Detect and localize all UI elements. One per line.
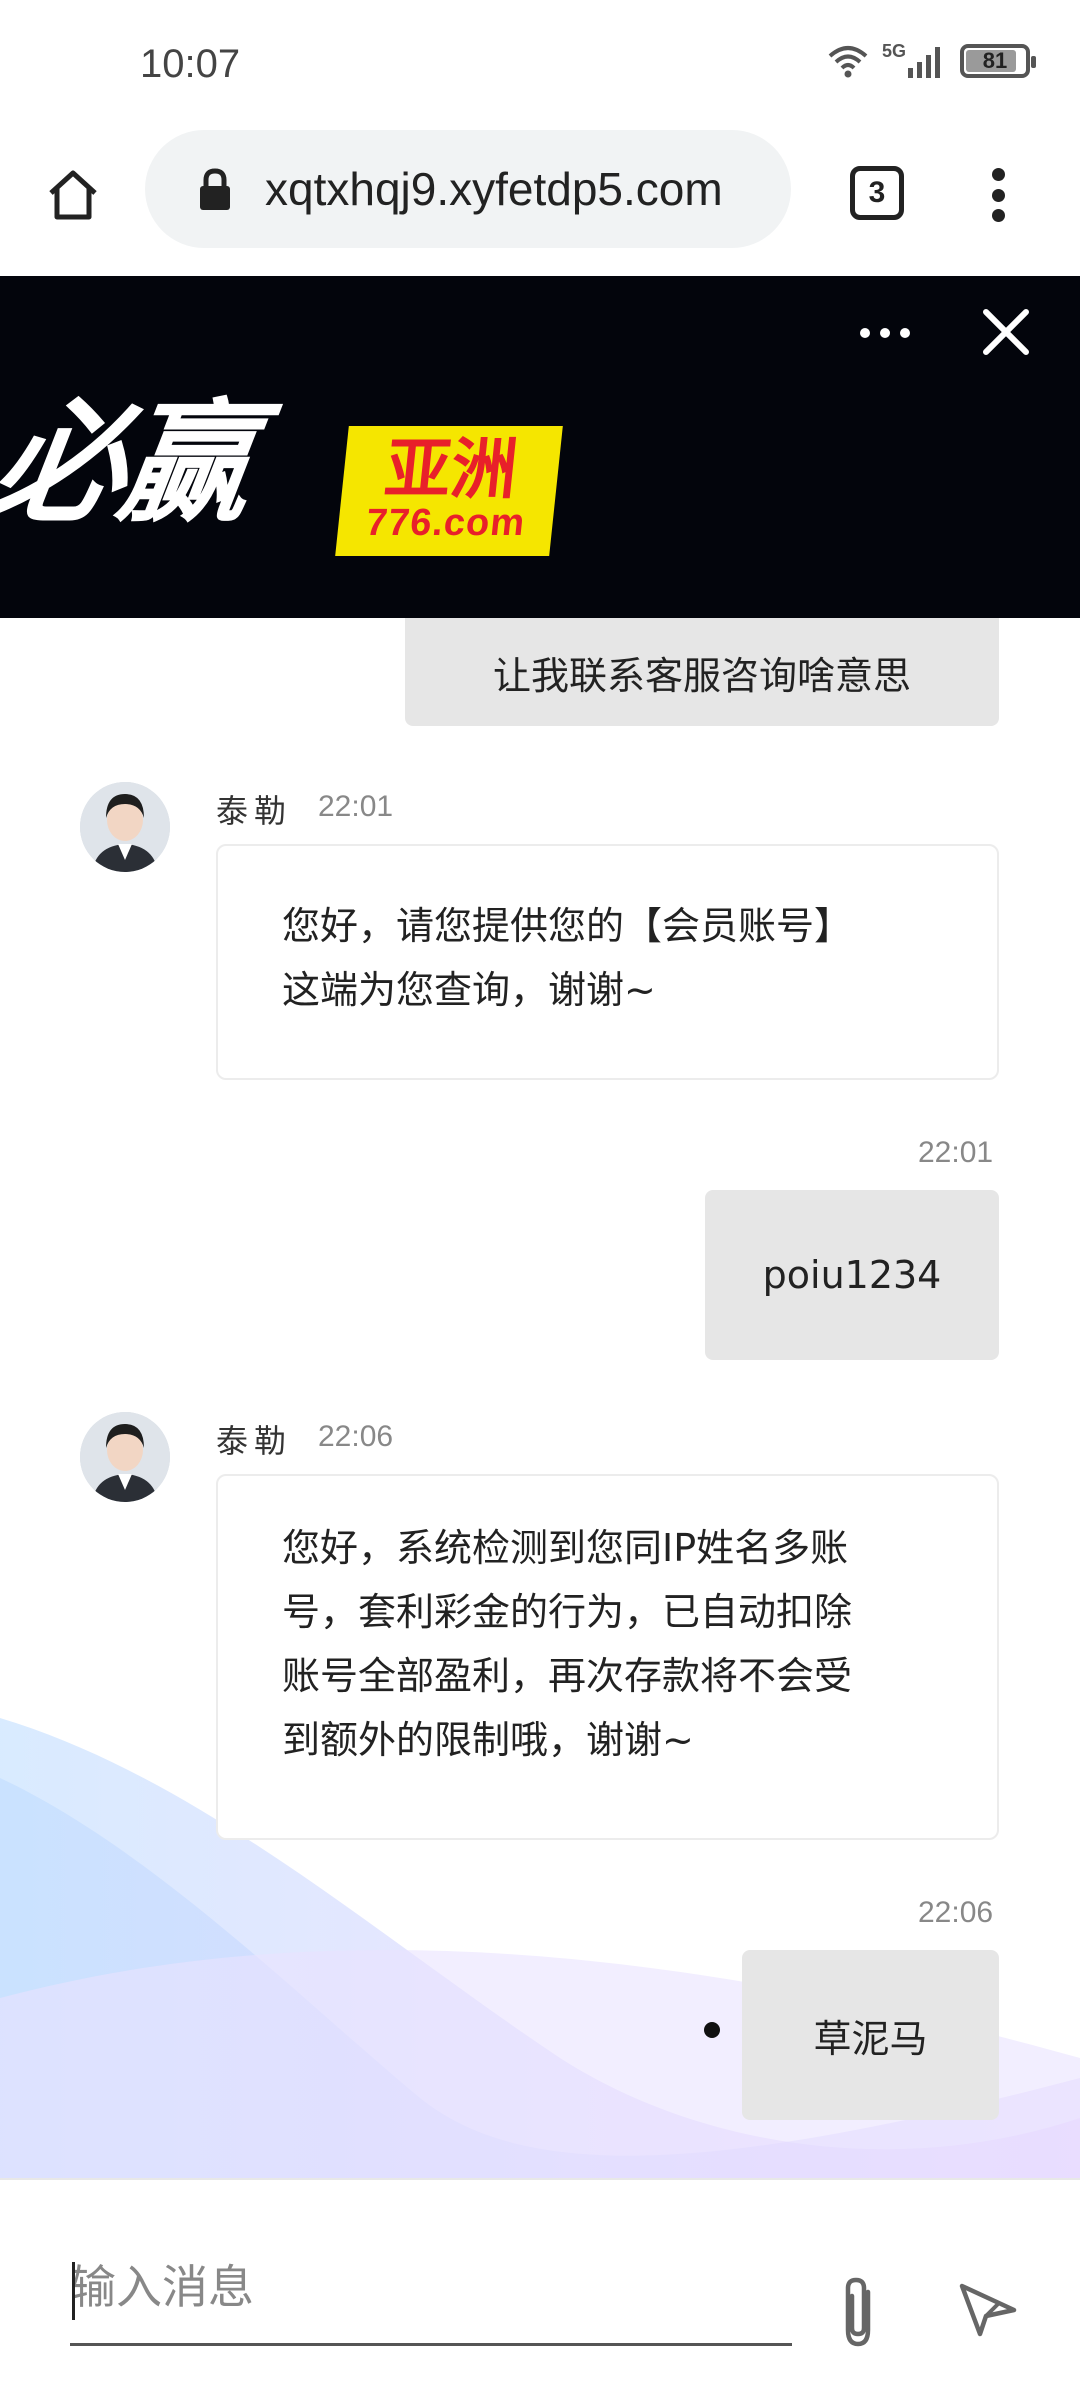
agent-message-bubble: 您好，请您提供您的【会员账号】 这端为您查询，谢谢~: [216, 844, 999, 1080]
message-line: 到额外的限制哦，谢谢~: [282, 1718, 694, 1762]
user-message-bubble: 让我联系客服咨询啥意思: [405, 618, 999, 726]
text-caret: [72, 2262, 75, 2320]
message-time: 22:01: [318, 790, 394, 823]
brand-logo-badge: 亚洲 776.com: [335, 426, 563, 556]
status-time: 10:07: [140, 42, 241, 86]
url-text: xqtxhqj9.xyfetdp5.com: [265, 163, 723, 215]
message-text: 让我联系客服咨询啥意思: [492, 653, 911, 698]
home-icon: [49, 170, 97, 220]
message-line: 您好，请您提供您的【会员账号】: [282, 904, 853, 948]
network-type-label: 5G: [881, 40, 906, 61]
battery-icon: 81: [960, 44, 1036, 78]
user-message-bubble: 草泥马: [742, 1950, 999, 2120]
message-line: 账号全部盈利，再次存款将不会受: [282, 1654, 853, 1698]
message-text: 草泥马: [813, 2016, 928, 2061]
status-icons: 5G 81: [828, 40, 1036, 78]
message-time: 22:06: [918, 1896, 994, 1929]
message-line: 您好，系统检测到您同IP姓名多账: [282, 1526, 849, 1570]
signal-icon: [908, 47, 940, 78]
message-input[interactable]: [70, 2230, 792, 2346]
battery-percent: 81: [982, 48, 1008, 73]
message-time: 22:01: [918, 1136, 994, 1169]
brand-logo-text: 必赢: [0, 387, 257, 541]
lock-icon: [197, 167, 233, 211]
agent-message-bubble: 您好，系统检测到您同IP姓名多账 号，套利彩金的行为，已自动扣除 账号全部盈利，…: [216, 1474, 999, 1840]
message-time: 22:06: [318, 1420, 394, 1453]
send-icon[interactable]: [958, 2278, 1018, 2338]
message-text: poiu1234: [762, 1253, 942, 1297]
tab-switcher-button[interactable]: 3: [850, 166, 904, 220]
agent-name: 泰勒: [216, 792, 293, 830]
message-input-bar: [0, 2178, 1080, 2400]
close-icon[interactable]: [980, 306, 1032, 358]
status-bar: 10:07 5G 81: [0, 0, 1080, 130]
agent-name: 泰勒: [216, 1422, 293, 1460]
user-message-bubble: poiu1234: [705, 1190, 999, 1360]
ad-banner[interactable]: 必赢 亚洲 776.com: [0, 276, 1080, 618]
message-status-dot: [704, 2022, 720, 2038]
brand-logo-domain: 776.com: [363, 502, 528, 545]
message-line: 号，套利彩金的行为，已自动扣除: [282, 1590, 853, 1634]
address-bar[interactable]: xqtxhqj9.xyfetdp5.com: [145, 130, 791, 248]
wifi-icon: [828, 46, 868, 78]
agent-avatar: [80, 782, 170, 872]
chat-area[interactable]: 让我联系客服咨询啥意思 泰勒 22:01 您好，请您提供您的【会员账号】 这端为…: [0, 618, 1080, 2178]
message-line: 这端为您查询，谢谢~: [282, 968, 656, 1012]
agent-avatar: [80, 1412, 170, 1502]
more-horiz-icon[interactable]: [860, 328, 910, 338]
home-button[interactable]: [38, 160, 108, 230]
brand-logo-asia: 亚洲: [381, 431, 522, 509]
more-vert-icon[interactable]: [980, 160, 1016, 230]
browser-toolbar: xqtxhqj9.xyfetdp5.com 3: [0, 130, 1080, 276]
paperclip-icon[interactable]: [830, 2272, 886, 2352]
